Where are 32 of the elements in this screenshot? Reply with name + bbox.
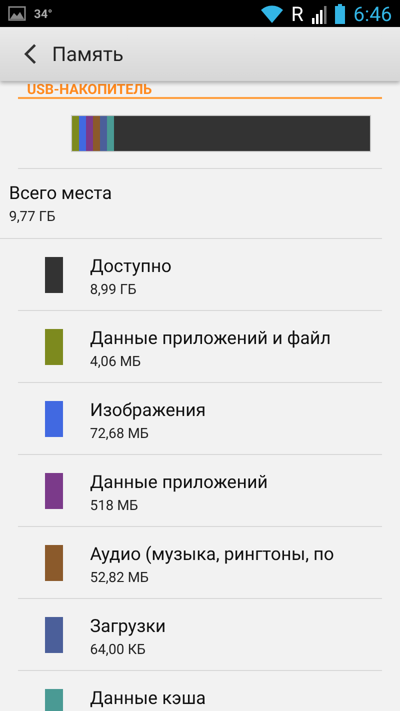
- category-label: Аудио (музыка, рингтоны, по: [90, 543, 334, 567]
- temperature-text: 34°: [34, 6, 52, 22]
- screen-title: Память: [52, 41, 124, 68]
- clock-text: 6:46: [353, 4, 392, 24]
- wifi-icon: [261, 4, 284, 22]
- storage-category-row[interactable]: Аудио (музыка, рингтоны, по 52,82 МБ: [18, 527, 382, 599]
- category-size: 64,00 КБ: [90, 641, 147, 660]
- storage-category-row[interactable]: Изображения 72,68 МБ: [18, 383, 382, 455]
- category-size: 52,82 МБ: [90, 569, 150, 588]
- back-icon: [23, 43, 37, 65]
- storage-category-row[interactable]: Данные приложений 518 МБ: [18, 455, 382, 527]
- category-size: 518 МБ: [90, 497, 140, 516]
- total-label: Всего места: [9, 182, 113, 206]
- category-label: Данные приложений и файл: [90, 327, 331, 351]
- battery-icon: [335, 4, 346, 24]
- roaming-indicator: R: [291, 4, 304, 24]
- category-label: Доступно: [90, 255, 172, 279]
- signal-icon: [311, 4, 328, 24]
- storage-category-row[interactable]: Загрузки 64,00 КБ: [18, 599, 382, 671]
- storage-category-row[interactable]: Данные кэша: [18, 671, 382, 711]
- section-header: USB-НАКОПИТЕЛЬ: [27, 82, 152, 97]
- storage-category-row[interactable]: Доступно 8,99 ГБ: [18, 239, 382, 311]
- picture-notification-icon: [8, 6, 26, 21]
- category-label: Загрузки: [90, 615, 166, 639]
- category-label: Изображения: [90, 399, 206, 423]
- category-size: 4,06 МБ: [90, 353, 142, 372]
- total-value: 9,77 ГБ: [9, 208, 56, 226]
- storage-category-row[interactable]: Данные приложений и файл 4,06 МБ: [18, 311, 382, 383]
- category-size: 72,68 МБ: [90, 425, 150, 444]
- category-label: Данные приложений: [90, 471, 268, 495]
- category-size: 8,99 ГБ: [90, 281, 138, 300]
- category-label: Данные кэша: [90, 687, 206, 711]
